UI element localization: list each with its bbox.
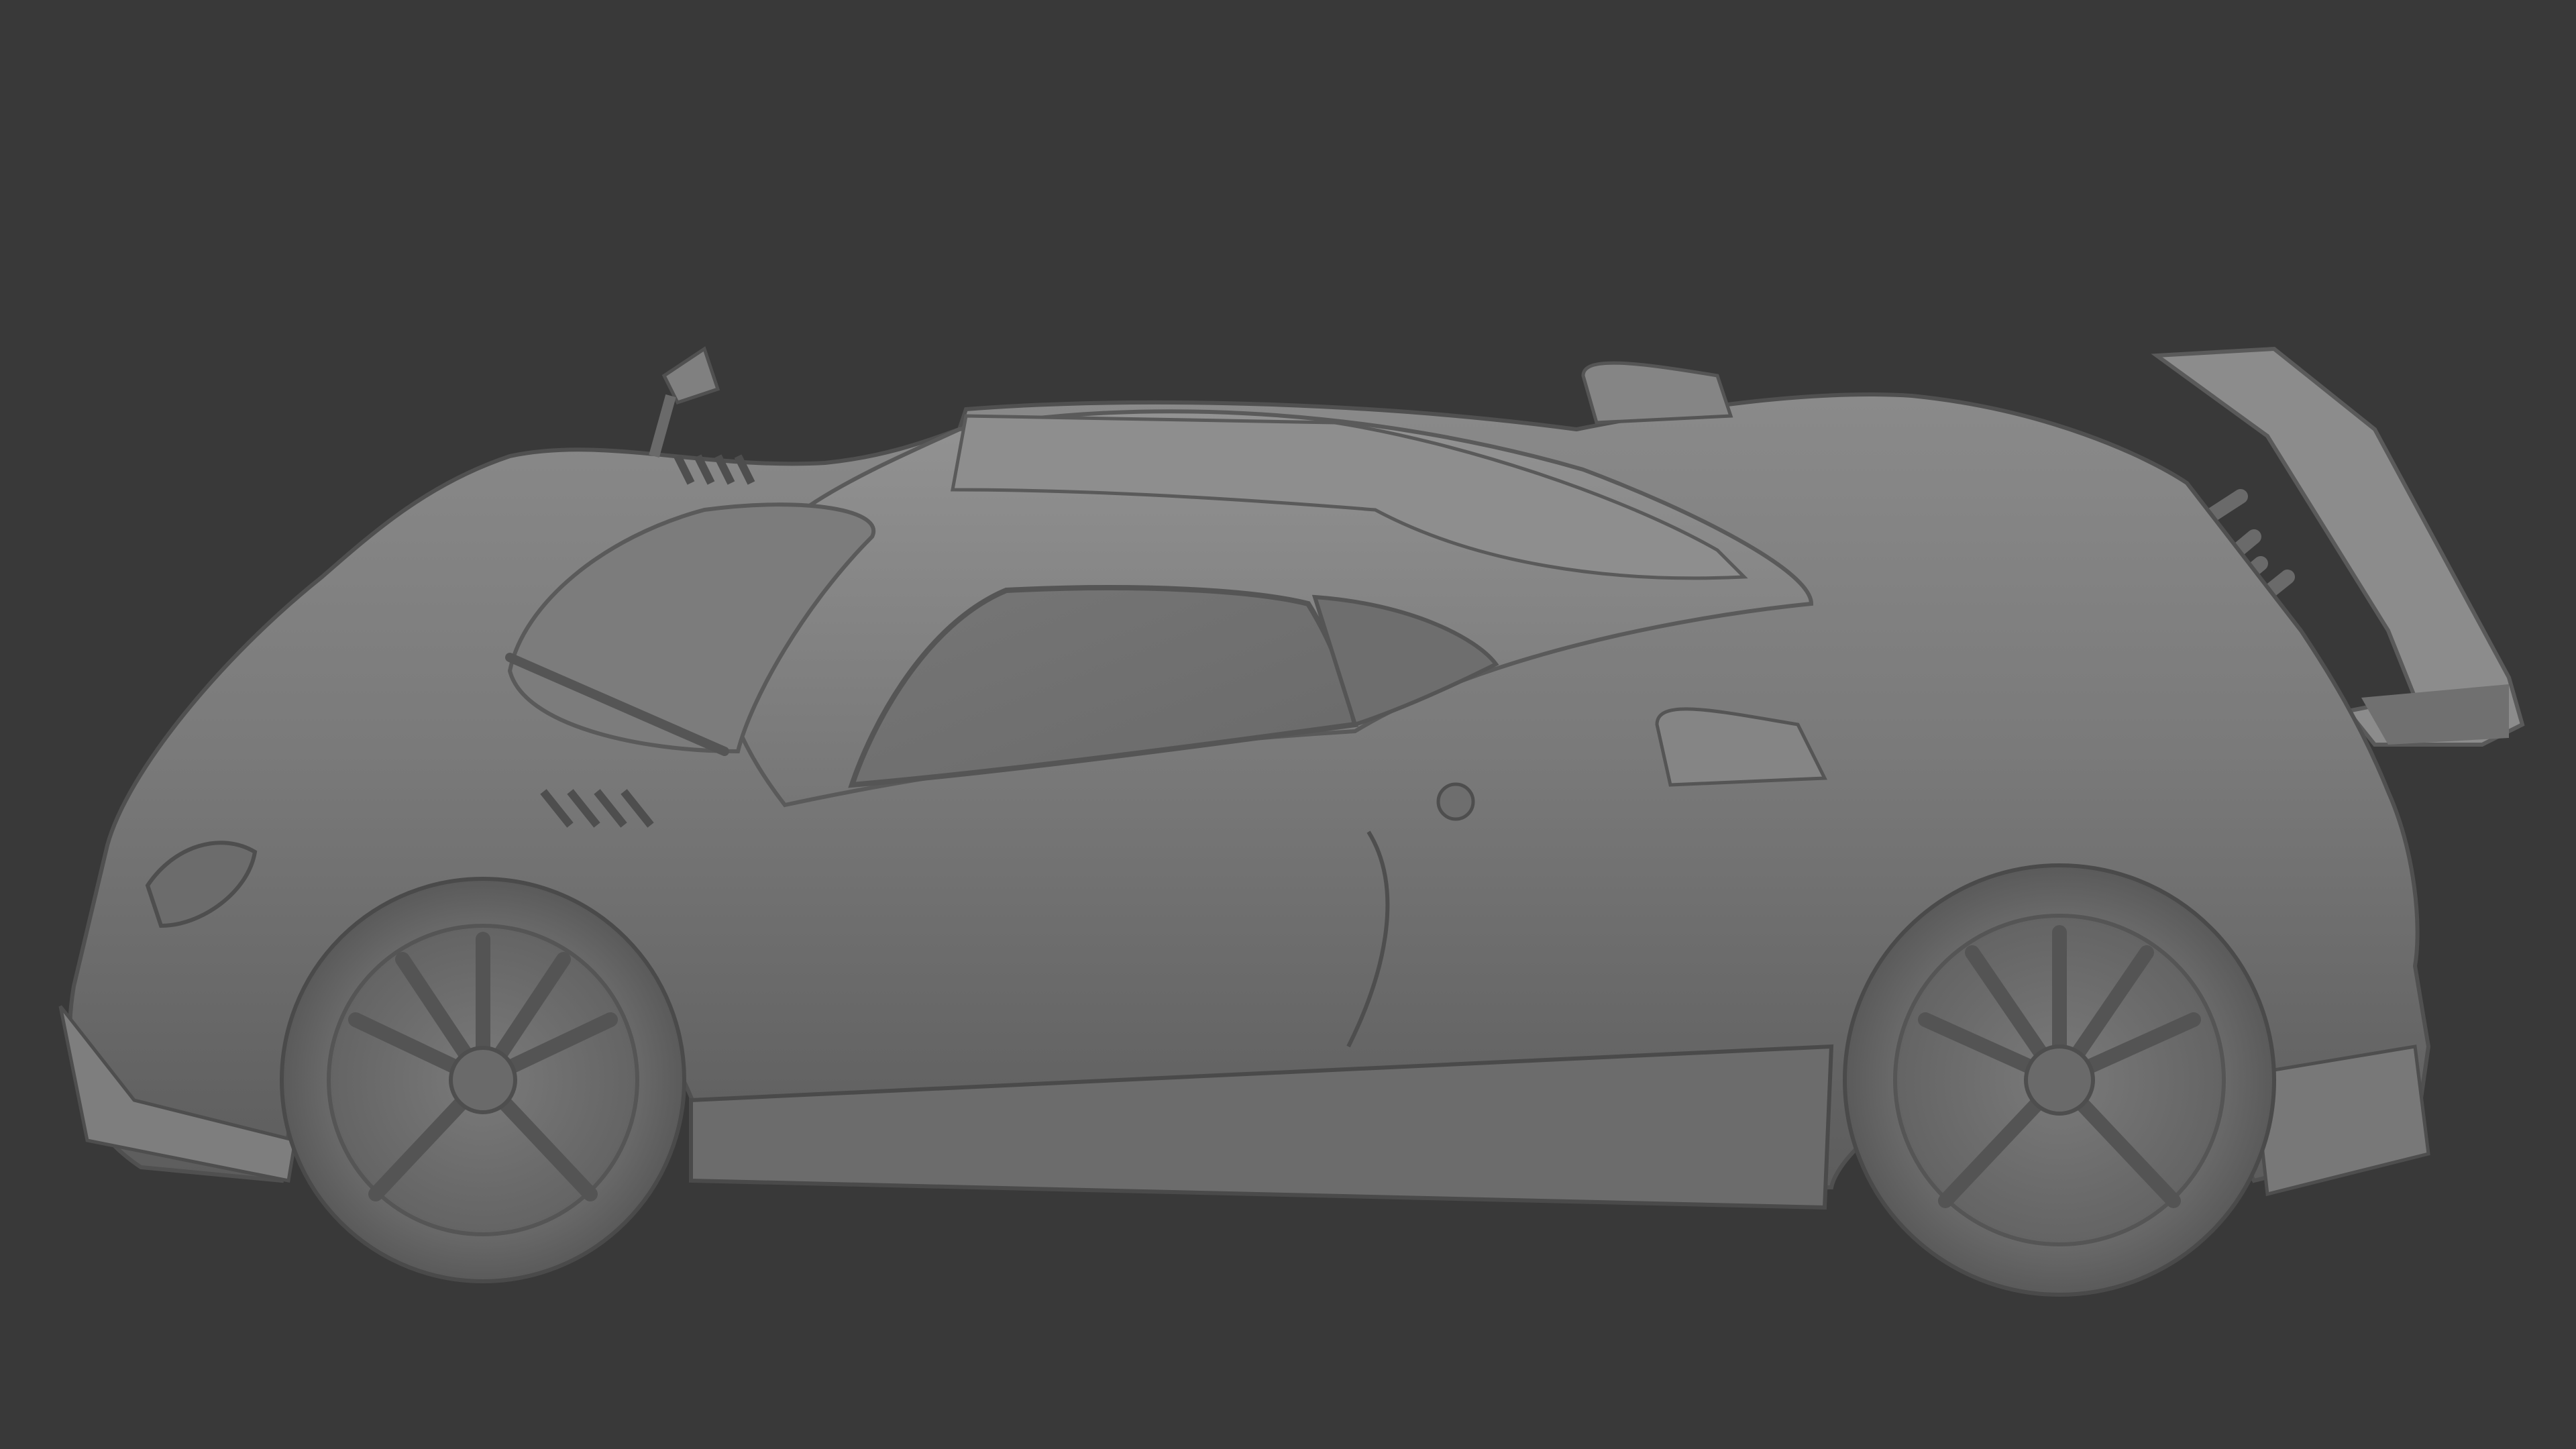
front-wheel xyxy=(280,877,686,1283)
3d-viewport[interactable] xyxy=(0,0,2576,1449)
rear-wheel xyxy=(1843,863,2276,1297)
car-model-render xyxy=(58,346,2525,1297)
fuel-cap xyxy=(1436,782,1475,821)
rear-bumper xyxy=(2252,1044,2430,1197)
side-mirror xyxy=(649,346,720,458)
